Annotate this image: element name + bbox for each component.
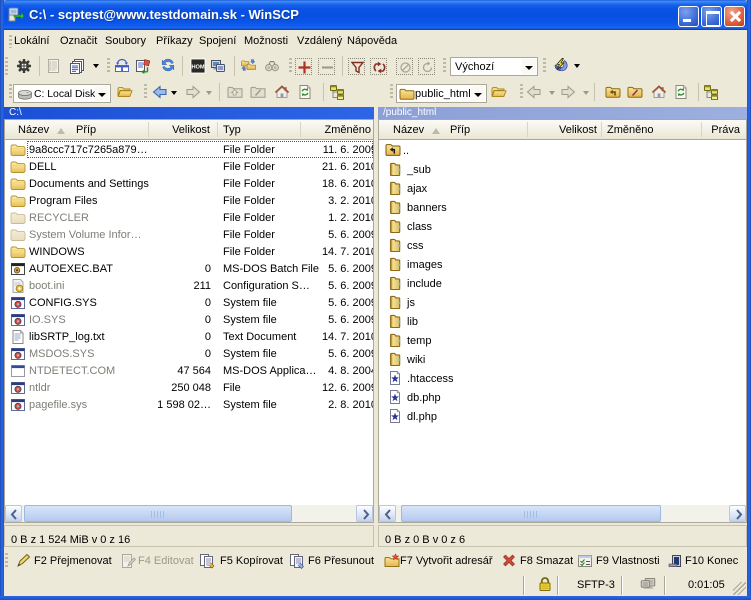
svg-text:HOM: HOM	[191, 64, 204, 70]
